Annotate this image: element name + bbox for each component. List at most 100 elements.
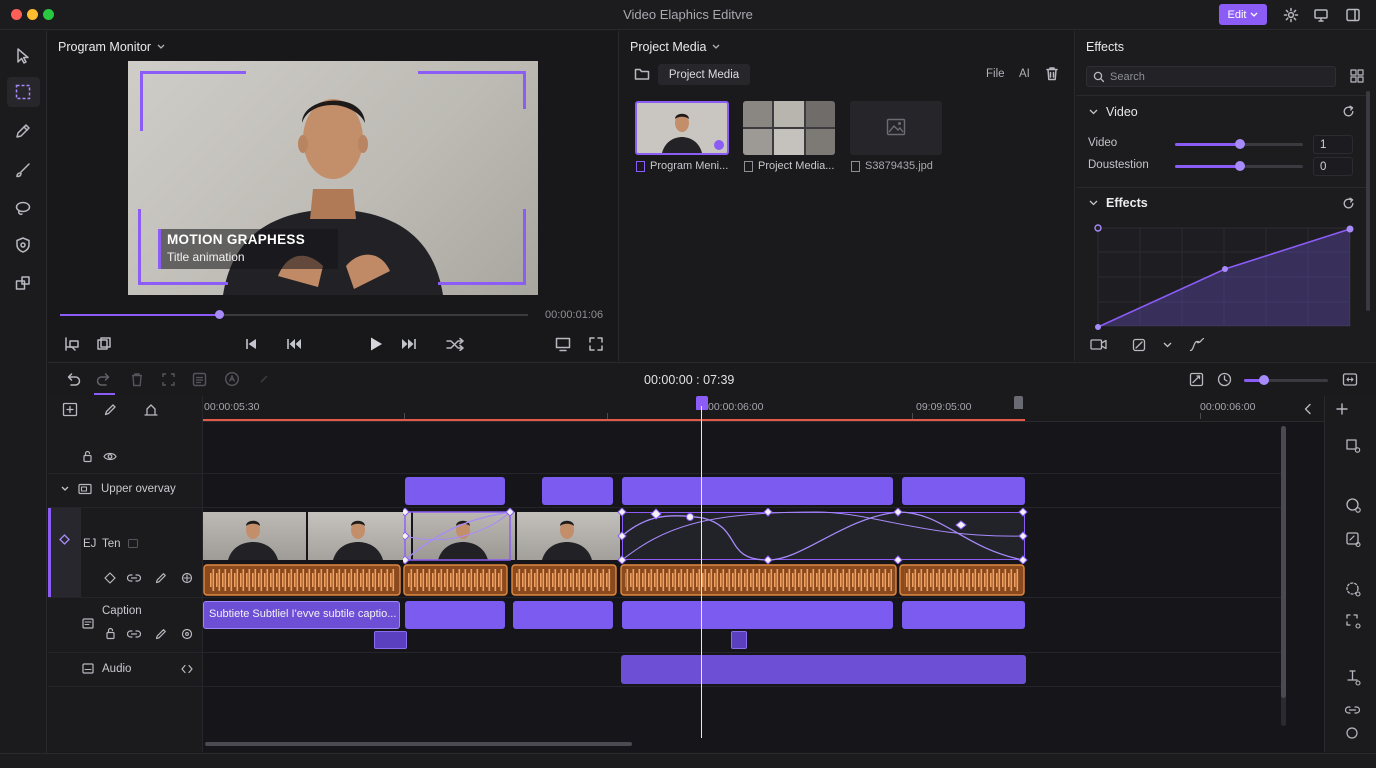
param-1-slider-handle[interactable] xyxy=(1235,139,1245,149)
caption-sub-marker[interactable] xyxy=(374,631,407,649)
eye-icon[interactable] xyxy=(103,451,117,462)
audio-clip[interactable] xyxy=(203,564,401,596)
go-to-start-icon[interactable] xyxy=(244,337,258,351)
mark-in-icon[interactable] xyxy=(63,336,81,352)
sidebar-tool-icon[interactable] xyxy=(1345,669,1362,686)
playhead-handle[interactable] xyxy=(696,396,708,410)
more-icon[interactable] xyxy=(259,374,269,384)
caption-clip[interactable] xyxy=(405,601,505,629)
playhead-line[interactable] xyxy=(701,406,702,738)
timeline-zoom-handle[interactable] xyxy=(1259,375,1269,385)
loop-shuffle-icon[interactable] xyxy=(446,337,464,351)
pen-tool-icon[interactable] xyxy=(14,122,32,140)
code-expand-icon[interactable] xyxy=(181,664,193,674)
keyframe-point[interactable] xyxy=(1095,324,1101,330)
fit-timeline-icon[interactable] xyxy=(1342,372,1358,387)
audio-clip[interactable] xyxy=(620,564,897,596)
effects-section-header[interactable]: Effects xyxy=(1089,196,1148,210)
monitor-icon[interactable] xyxy=(1313,7,1329,23)
file-menu[interactable]: File xyxy=(986,68,1005,80)
caption-clip[interactable] xyxy=(902,601,1025,629)
display-output-icon[interactable] xyxy=(555,336,571,352)
snap-icon[interactable] xyxy=(1189,372,1204,387)
project-media-header[interactable]: Project Media xyxy=(630,40,720,54)
sidebar-tool-icon[interactable] xyxy=(1345,531,1362,548)
link-icon[interactable] xyxy=(127,573,141,583)
panel-layout-icon[interactable] xyxy=(1345,7,1361,23)
audio-clip-bar[interactable] xyxy=(621,655,1026,684)
caption-clip[interactable] xyxy=(622,601,893,629)
keyframe-diamond-icon[interactable] xyxy=(59,534,70,545)
crop-icon[interactable] xyxy=(161,372,176,387)
add-track-icon[interactable] xyxy=(62,402,78,417)
target-icon[interactable] xyxy=(181,572,193,584)
media-item-3[interactable]: S3879435.jpd xyxy=(851,160,933,172)
effects-keyframe-graph[interactable] xyxy=(1090,222,1356,330)
marker-icon[interactable] xyxy=(143,402,159,417)
timeline-zoom-slider[interactable] xyxy=(1244,379,1328,382)
sidebar-tool-icon[interactable] xyxy=(1345,497,1362,514)
audio-clip[interactable] xyxy=(511,564,617,596)
track-header-video-selected[interactable] xyxy=(48,508,81,597)
selection-arrow-icon[interactable] xyxy=(14,47,32,65)
lasso-icon[interactable] xyxy=(14,199,32,217)
media-thumb-3[interactable] xyxy=(850,101,942,155)
param-2-slider-handle[interactable] xyxy=(1235,161,1245,171)
clock-icon[interactable] xyxy=(1217,372,1232,387)
curve-tool-icon[interactable] xyxy=(1189,337,1205,352)
overlay-clip[interactable] xyxy=(542,477,613,505)
fullscreen-icon[interactable] xyxy=(588,336,604,352)
overwrite-icon[interactable] xyxy=(96,336,112,352)
reset-video-icon[interactable] xyxy=(1342,105,1355,118)
media-item-2[interactable]: Project Media... xyxy=(744,160,834,172)
caption-clip-selected[interactable]: Subtiete Subtliel I'evve subtile captio.… xyxy=(203,601,400,629)
redo-icon[interactable] xyxy=(96,372,112,386)
trash-icon[interactable] xyxy=(1045,66,1059,81)
sidebar-tool-icon[interactable] xyxy=(1345,613,1362,630)
track-header-upper-overlay[interactable]: Upper overvay xyxy=(61,483,176,495)
play-icon[interactable] xyxy=(369,336,383,352)
keyframe-point[interactable] xyxy=(1346,225,1354,233)
speed-ai-icon[interactable] xyxy=(224,371,240,387)
undo-icon[interactable] xyxy=(65,372,81,386)
plus-icon[interactable] xyxy=(1336,403,1348,415)
keyframe-icon[interactable] xyxy=(104,572,116,584)
pencil-icon[interactable] xyxy=(155,572,167,584)
timeline-vertical-thumb[interactable] xyxy=(1281,426,1286,698)
param-1-value[interactable]: 1 xyxy=(1313,135,1353,154)
lower-third-overlay[interactable]: MOTION GRAPHESS Title animation xyxy=(158,229,338,269)
caption-lock-icon[interactable] xyxy=(105,627,116,640)
brush-icon[interactable] xyxy=(14,161,32,179)
timeline-vertical-scrollbar[interactable] xyxy=(1281,426,1286,726)
overlay-clip[interactable] xyxy=(405,477,505,505)
keyframe-point[interactable] xyxy=(1222,266,1228,272)
marquee-tool-button[interactable] xyxy=(7,77,40,107)
timeline-ruler[interactable]: 00:00:05:30 00:00:06:00 09:09:05:00 00:0… xyxy=(203,396,1324,422)
program-scrub-handle[interactable] xyxy=(215,310,224,319)
transform-icon[interactable] xyxy=(14,274,32,292)
project-media-folder-tab[interactable]: Project Media xyxy=(658,64,750,85)
folder-icon[interactable] xyxy=(634,67,650,81)
sidebar-tool-icon[interactable] xyxy=(1345,437,1362,454)
effects-search-box[interactable]: Search xyxy=(1086,66,1336,87)
overlay-clip[interactable] xyxy=(622,477,893,505)
caption-clip[interactable] xyxy=(513,601,613,629)
audio-waveform-track[interactable] xyxy=(203,564,1027,596)
sidebar-tool-icon[interactable] xyxy=(1345,726,1359,740)
audio-clip[interactable] xyxy=(899,564,1025,596)
step-forward-icon[interactable] xyxy=(401,337,417,351)
camera-icon[interactable] xyxy=(1090,338,1107,351)
reset-effects-icon[interactable] xyxy=(1342,197,1355,210)
caption-pencil-icon[interactable] xyxy=(155,628,167,640)
razor-pen-icon[interactable] xyxy=(103,402,118,417)
caption-sub-marker[interactable] xyxy=(731,631,747,649)
caption-settings-icon[interactable] xyxy=(181,628,193,640)
audio-clip[interactable] xyxy=(403,564,508,596)
list-clip-icon[interactable] xyxy=(192,372,207,387)
program-scrub-bar[interactable] xyxy=(60,314,528,316)
grid-view-icon[interactable] xyxy=(1350,69,1364,83)
media-item-1[interactable]: Program Meni... xyxy=(636,160,728,172)
delete-clip-icon[interactable] xyxy=(130,372,144,387)
media-thumb-2[interactable] xyxy=(743,101,835,155)
keyframe-curves[interactable] xyxy=(403,508,1029,564)
